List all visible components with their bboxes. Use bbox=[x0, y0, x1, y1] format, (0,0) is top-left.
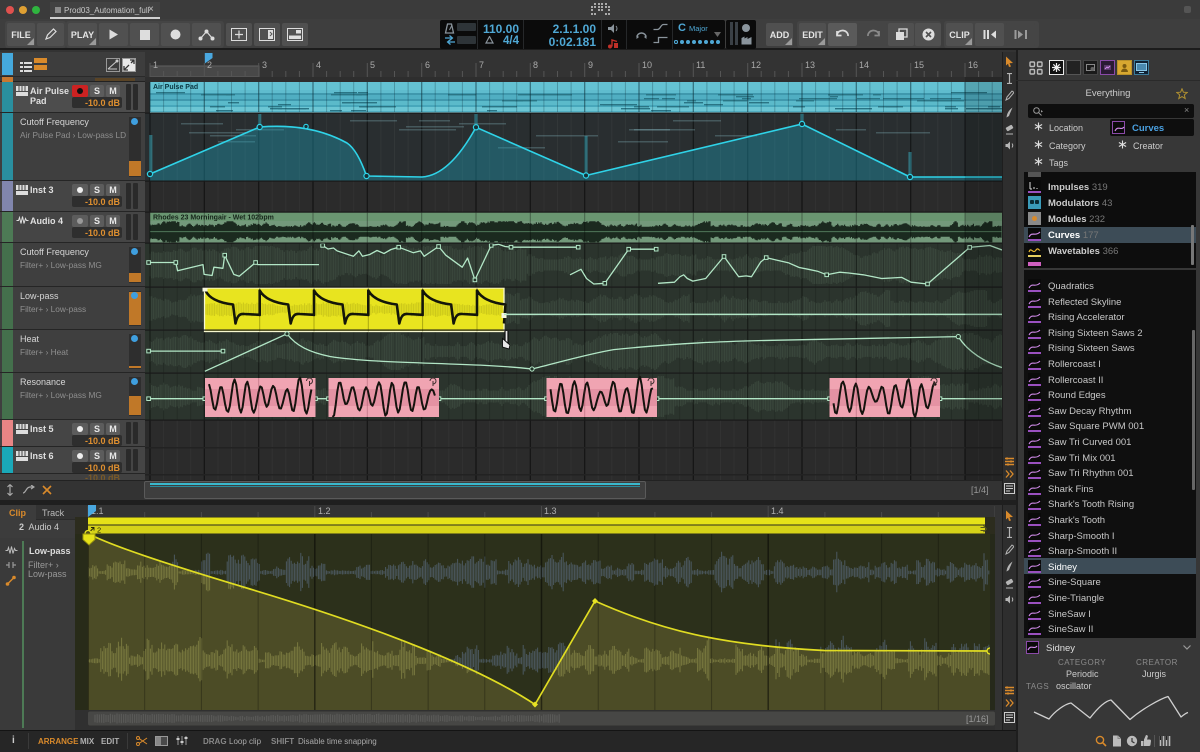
svg-text:2: 2 bbox=[207, 60, 212, 70]
svg-text:4: 4 bbox=[316, 60, 321, 70]
svg-text:3: 3 bbox=[262, 60, 267, 70]
svg-text:1.4: 1.4 bbox=[771, 506, 784, 516]
svg-text:14: 14 bbox=[859, 60, 869, 70]
svg-text:9: 9 bbox=[588, 60, 593, 70]
svg-text:8: 8 bbox=[533, 60, 538, 70]
svg-text:7: 7 bbox=[479, 60, 484, 70]
svg-text:11: 11 bbox=[696, 60, 705, 70]
svg-text:13: 13 bbox=[805, 60, 815, 70]
svg-text:1: 1 bbox=[153, 60, 158, 70]
svg-text:1.2: 1.2 bbox=[318, 506, 331, 516]
svg-text:5: 5 bbox=[370, 60, 375, 70]
svg-text:15: 15 bbox=[914, 60, 924, 70]
svg-text:6: 6 bbox=[425, 60, 430, 70]
svg-text:Rhodes 23 Morningair - Wet 102: Rhodes 23 Morningair - Wet 102bpm bbox=[153, 215, 274, 222]
svg-text:12: 12 bbox=[751, 60, 761, 70]
svg-text:10: 10 bbox=[642, 60, 652, 70]
svg-text:Air Pulse Pad: Air Pulse Pad bbox=[153, 84, 198, 91]
svg-text:1.3: 1.3 bbox=[544, 506, 557, 516]
svg-text:2: 2 bbox=[97, 526, 101, 535]
svg-text:[1/16]: [1/16] bbox=[966, 714, 989, 724]
svg-text:16: 16 bbox=[968, 60, 978, 70]
